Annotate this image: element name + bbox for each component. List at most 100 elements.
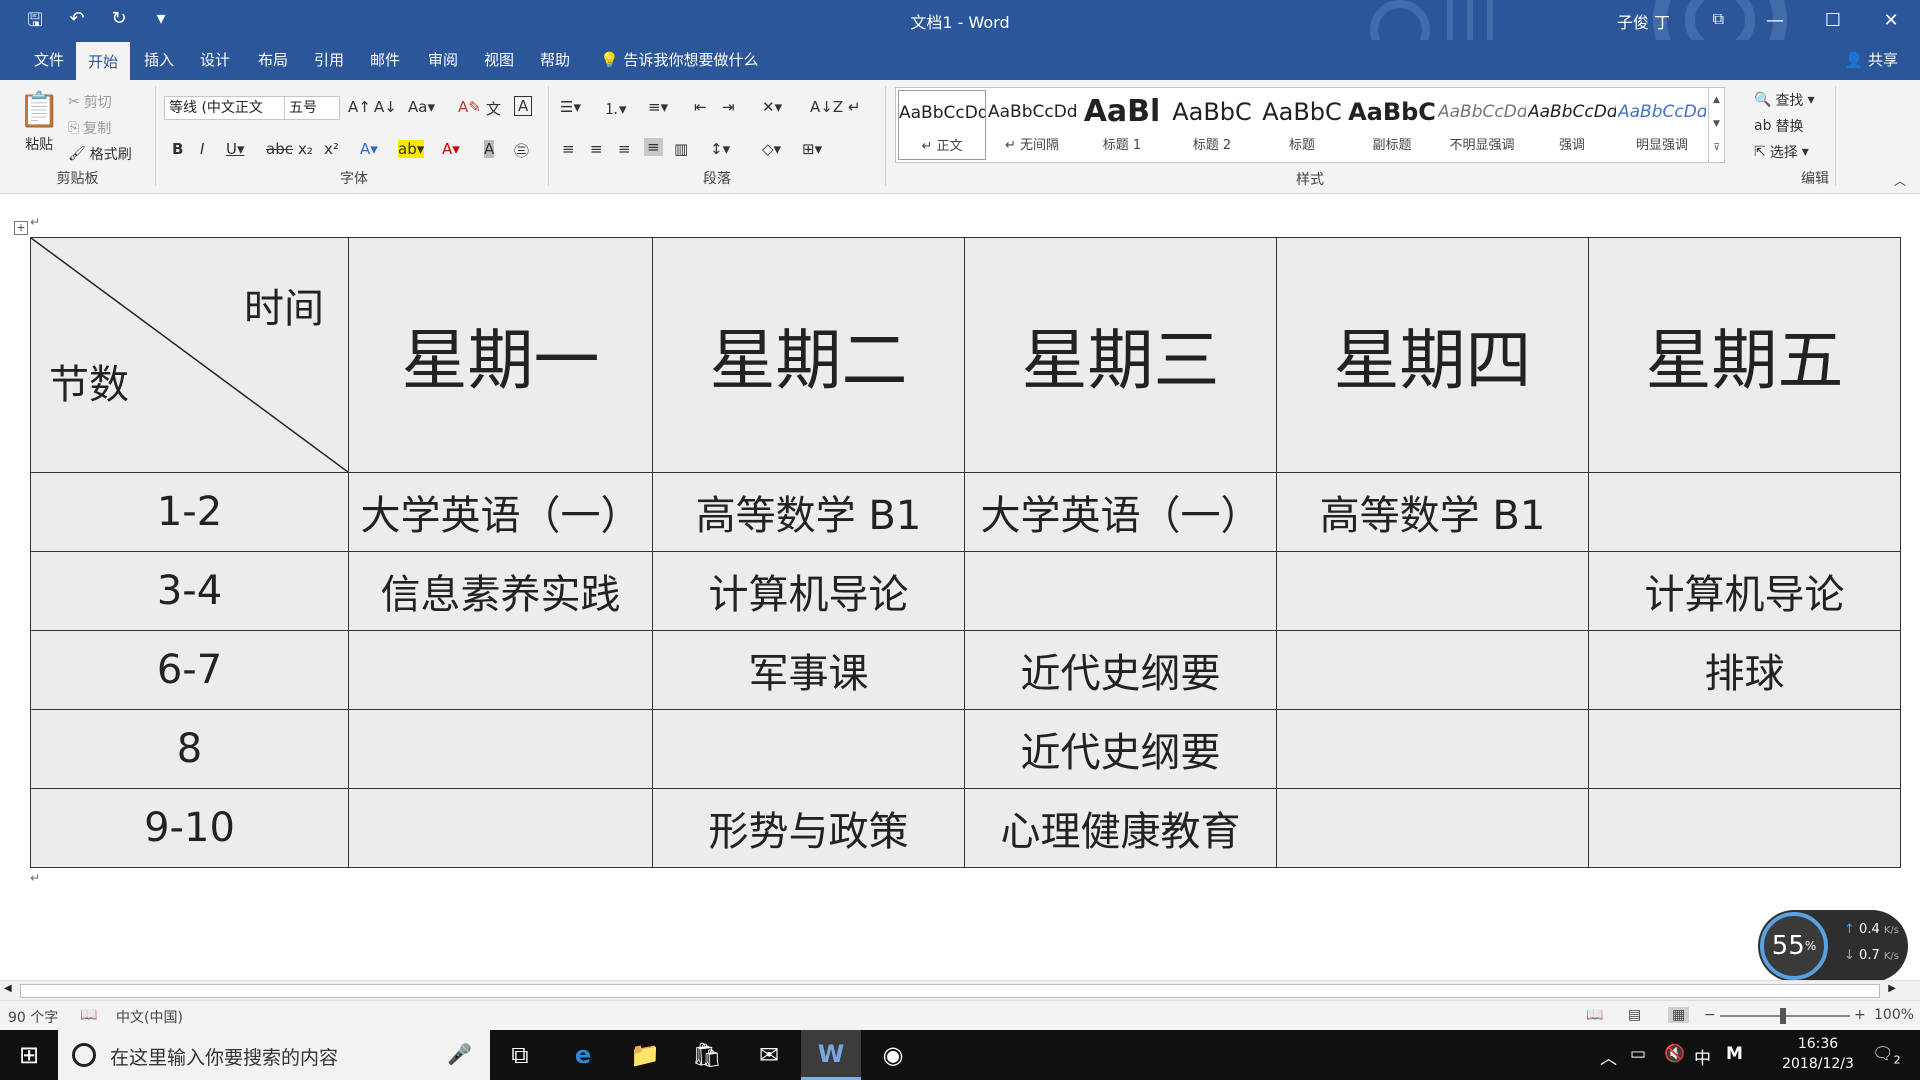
- phonetic-guide-icon[interactable]: 文: [486, 98, 501, 119]
- period-cell[interactable]: 1-2: [30, 472, 349, 552]
- tab-home[interactable]: 开始: [76, 40, 131, 80]
- superscript-icon[interactable]: x²: [324, 140, 339, 158]
- justify-icon[interactable]: ≡: [644, 138, 663, 156]
- align-right-icon[interactable]: ≡: [618, 140, 631, 158]
- app-icon[interactable]: ◉: [863, 1030, 923, 1080]
- scrollbar-thumb[interactable]: [20, 984, 1880, 998]
- course-cell[interactable]: [1276, 788, 1589, 868]
- tab-design[interactable]: 设计: [188, 40, 242, 80]
- course-cell[interactable]: 大学英语（一）: [964, 472, 1277, 552]
- course-cell[interactable]: [348, 788, 653, 868]
- select-button[interactable]: ⇱ 选择 ▾: [1754, 142, 1809, 162]
- text-effects-icon[interactable]: A▾: [360, 140, 378, 158]
- course-cell[interactable]: 高等数学 B1: [1276, 472, 1589, 552]
- course-cell[interactable]: 大学英语（一）: [348, 472, 653, 552]
- day-header[interactable]: 星期二: [652, 237, 965, 473]
- share-button[interactable]: 👤 共享: [1845, 40, 1898, 80]
- distributed-icon[interactable]: ▥: [674, 140, 688, 158]
- print-layout-icon[interactable]: ▤: [1628, 1007, 1641, 1023]
- align-center-icon[interactable]: ≡: [590, 140, 603, 158]
- change-case-icon[interactable]: Aa▾: [408, 98, 435, 116]
- increase-indent-icon[interactable]: ⇥: [722, 98, 735, 116]
- proofing-icon[interactable]: 📖: [80, 1007, 97, 1023]
- tab-file[interactable]: 文件: [22, 40, 76, 80]
- sort-icon[interactable]: A↓Z: [810, 98, 843, 116]
- course-cell[interactable]: [1588, 788, 1901, 868]
- course-cell[interactable]: [1276, 630, 1589, 710]
- tab-references[interactable]: 引用: [302, 40, 356, 80]
- file-explorer-icon[interactable]: 📁: [615, 1030, 675, 1080]
- replace-button[interactable]: ab 替换: [1754, 116, 1803, 136]
- minimize-button[interactable]: —: [1746, 0, 1804, 40]
- day-header[interactable]: 星期三: [964, 237, 1277, 473]
- table-move-handle[interactable]: +: [14, 221, 28, 235]
- course-cell[interactable]: [1588, 709, 1901, 789]
- course-cell[interactable]: 计算机导论: [1588, 551, 1901, 631]
- highlight-icon[interactable]: ab▾: [398, 140, 425, 158]
- find-button[interactable]: 🔍 查找 ▾: [1754, 90, 1814, 110]
- shrink-font-icon[interactable]: A↓: [374, 98, 397, 116]
- borders-icon[interactable]: ⊞▾: [802, 140, 822, 158]
- shading-icon[interactable]: ◇▾: [762, 140, 781, 158]
- cut-button[interactable]: ✂ 剪切: [68, 92, 112, 112]
- course-cell[interactable]: 近代史纲要: [964, 630, 1277, 710]
- task-view-icon[interactable]: ⧉: [490, 1030, 550, 1080]
- underline-icon[interactable]: U▾: [226, 140, 245, 158]
- period-cell[interactable]: 8: [30, 709, 349, 789]
- language-indicator[interactable]: 中文(中国): [116, 1007, 183, 1027]
- character-shading-icon[interactable]: A: [484, 140, 495, 158]
- style-subtle-emphasis[interactable]: AaBbCcDd 不明显强调: [1438, 90, 1526, 160]
- align-left-icon[interactable]: ≡: [562, 140, 575, 158]
- store-icon[interactable]: 🛍: [677, 1030, 737, 1080]
- tab-layout[interactable]: 布局: [246, 40, 300, 80]
- font-size-combo[interactable]: 五号: [284, 96, 340, 120]
- numbering-icon[interactable]: ⒈▾: [604, 98, 627, 119]
- font-name-combo[interactable]: 等线 (中文正文: [164, 96, 286, 120]
- volume-muted-icon[interactable]: 🔇: [1664, 1044, 1685, 1064]
- user-name[interactable]: 子俊 丁: [1617, 9, 1670, 33]
- web-layout-icon[interactable]: ▦: [1668, 1007, 1690, 1023]
- style-subtitle[interactable]: AaBbC 副标题: [1348, 90, 1436, 160]
- day-header[interactable]: 星期一: [348, 237, 653, 473]
- course-cell[interactable]: [652, 709, 965, 789]
- collapse-ribbon-icon[interactable]: ︿: [1894, 172, 1906, 189]
- show-hidden-icons-icon[interactable]: ︿: [1600, 1044, 1617, 1069]
- ribbon-display-options-icon[interactable]: ⧉: [1713, 9, 1724, 29]
- enclose-characters-icon[interactable]: ㊂: [514, 140, 529, 161]
- input-method-icon[interactable]: M: [1726, 1044, 1743, 1064]
- copy-button[interactable]: ⎘ 复制: [68, 118, 111, 138]
- font-color-icon[interactable]: A▾: [442, 140, 460, 158]
- edge-browser-icon[interactable]: e: [553, 1030, 613, 1080]
- style-no-spacing[interactable]: AaBbCcDd ↵ 无间隔: [988, 90, 1076, 160]
- zoom-out-icon[interactable]: −: [1704, 1007, 1716, 1023]
- format-painter-button[interactable]: 🖌 格式刷: [68, 144, 132, 164]
- horizontal-scrollbar[interactable]: ◀ ▶: [0, 980, 1920, 1000]
- tab-insert[interactable]: 插入: [132, 40, 186, 80]
- taskbar-search-box[interactable]: 在这里输入你要搜索的内容 🎤: [58, 1030, 490, 1080]
- course-cell[interactable]: 计算机导论: [652, 551, 965, 631]
- style-intense-emphasis[interactable]: AaBbCcDd 明显强调: [1618, 90, 1706, 160]
- course-cell[interactable]: 排球: [1588, 630, 1901, 710]
- period-cell[interactable]: 6-7: [30, 630, 349, 710]
- style-emphasis[interactable]: AaBbCcDd 强调: [1528, 90, 1616, 160]
- course-cell[interactable]: [1276, 551, 1589, 631]
- style-normal[interactable]: AaBbCcDd ↵ 正文: [898, 90, 986, 160]
- day-header[interactable]: 星期五: [1588, 237, 1901, 473]
- timetable[interactable]: 时间 节数 星期一 星期二 星期三 星期四 星期五 1-2 大学英语（一） 高等…: [30, 237, 1901, 868]
- decrease-indent-icon[interactable]: ⇤: [694, 98, 707, 116]
- line-spacing-icon[interactable]: ↕▾: [710, 140, 730, 158]
- zoom-level[interactable]: 100%: [1874, 1007, 1914, 1023]
- period-cell[interactable]: 9-10: [30, 788, 349, 868]
- grow-font-icon[interactable]: A↑: [348, 98, 371, 116]
- system-clock[interactable]: 16:36 2018/12/3: [1758, 1034, 1878, 1074]
- document-area[interactable]: + ↵ 时间 节数 星期一 星期二 星期三 星期四 星期五 1-2 大学英语（一…: [0, 195, 1920, 980]
- corner-cell[interactable]: 时间 节数: [30, 237, 349, 473]
- tab-help[interactable]: 帮助: [528, 40, 582, 80]
- subscript-icon[interactable]: x₂: [298, 140, 313, 158]
- italic-icon[interactable]: I: [200, 140, 204, 158]
- zoom-slider-knob[interactable]: [1780, 1008, 1786, 1024]
- clear-format-icon[interactable]: A✎: [458, 98, 481, 116]
- tab-view[interactable]: 视图: [472, 40, 526, 80]
- tab-review[interactable]: 审阅: [416, 40, 470, 80]
- zoom-in-icon[interactable]: +: [1854, 1007, 1866, 1023]
